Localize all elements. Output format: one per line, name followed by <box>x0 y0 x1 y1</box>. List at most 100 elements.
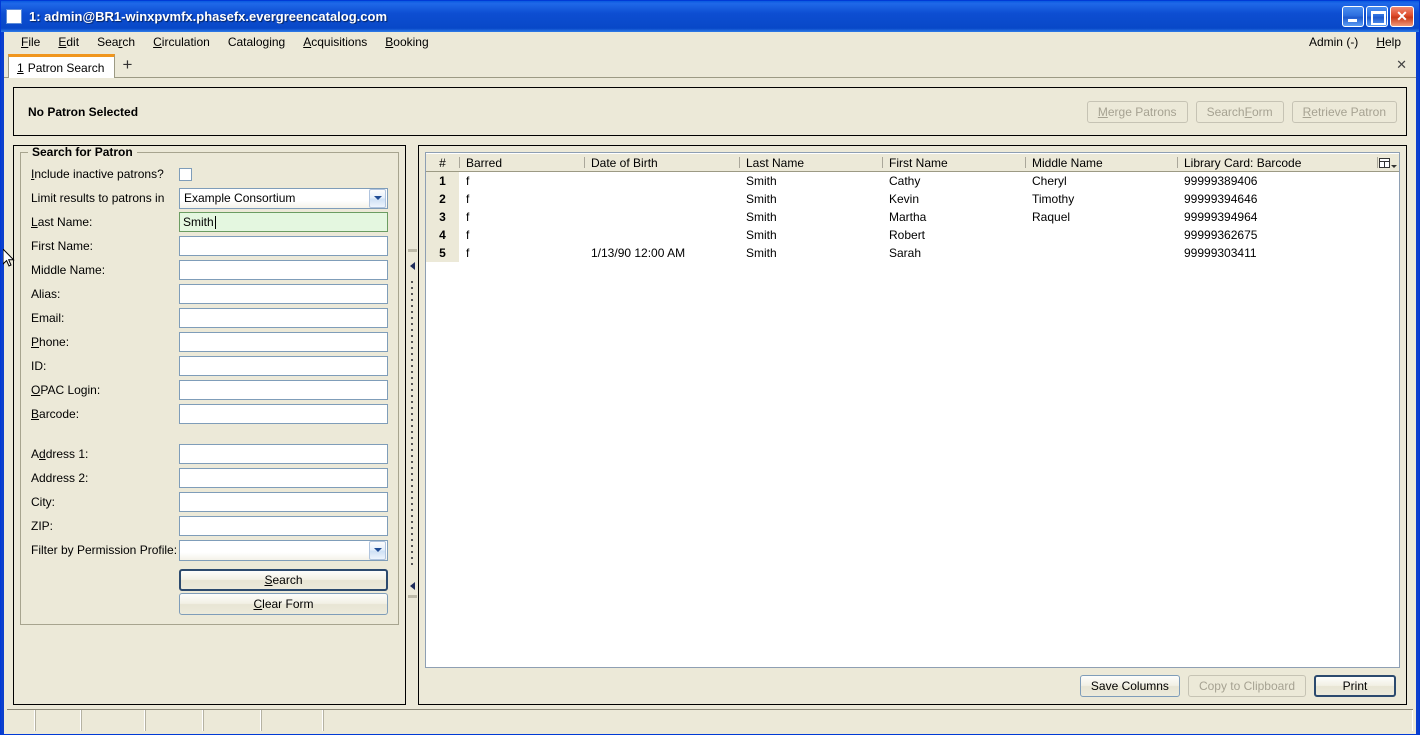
cell-barred: f <box>459 207 584 226</box>
cell-number: 3 <box>426 207 459 226</box>
menu-file[interactable]: File <box>12 33 49 51</box>
maximize-button[interactable] <box>1366 6 1388 27</box>
address2-label: Address 2: <box>31 471 89 485</box>
row-zip: ZIP: <box>31 514 388 538</box>
column-picker-button[interactable] <box>1377 155 1399 171</box>
opac-login-input[interactable] <box>179 380 388 400</box>
cell-barcode: 99999394646 <box>1177 189 1377 208</box>
search-button[interactable]: Search <box>179 569 388 591</box>
status-bar <box>7 709 1413 731</box>
search-form-button[interactable]: Search Form <box>1195 100 1284 123</box>
id-input[interactable] <box>179 356 388 376</box>
middle-name-input[interactable] <box>179 260 388 280</box>
address1-input[interactable] <box>179 444 388 464</box>
new-tab-button[interactable]: + <box>115 53 139 77</box>
close-button[interactable]: ✕ <box>1390 6 1414 27</box>
menu-booking[interactable]: Booking <box>376 33 437 51</box>
cell-dob <box>584 225 739 244</box>
col-header-middle-name[interactable]: Middle Name <box>1025 153 1177 172</box>
cell-spacer <box>1377 243 1399 262</box>
table-row[interactable]: 4 f Smith Robert 99999362675 <box>426 225 1399 244</box>
col-header-dob[interactable]: Date of Birth <box>584 153 739 172</box>
phone-input[interactable] <box>179 332 388 352</box>
table-row[interactable]: 3 f Smith Martha Raquel 99999394964 <box>426 207 1399 226</box>
merge-patrons-button[interactable]: Merge Patrons <box>1086 100 1188 123</box>
alias-input[interactable] <box>179 284 388 304</box>
table-row[interactable]: 1 f Smith Cathy Cheryl 99999389406 <box>426 171 1399 190</box>
cell-middle-name: Cheryl <box>1025 171 1177 190</box>
status-segment <box>261 710 323 731</box>
col-header-barred[interactable]: Barred <box>459 153 584 172</box>
city-input[interactable] <box>179 492 388 512</box>
minimize-button[interactable] <box>1342 6 1364 27</box>
retrieve-patron-button[interactable]: Retrieve Patron <box>1291 100 1397 123</box>
email-input[interactable] <box>179 308 388 328</box>
menu-search[interactable]: Search <box>88 33 144 51</box>
cell-last-name: Smith <box>739 207 882 226</box>
collapse-right-icon[interactable] <box>408 581 417 590</box>
include-inactive-checkbox[interactable] <box>179 167 192 181</box>
permission-profile-select[interactable] <box>179 539 388 561</box>
menu-admin[interactable]: Admin (-) <box>1300 33 1367 51</box>
copy-to-clipboard-button[interactable]: Copy to Clipboard <box>1187 675 1306 697</box>
cell-number: 4 <box>426 225 459 244</box>
status-segment <box>145 710 203 731</box>
tab-patron-search[interactable]: 1 Patron Search <box>8 54 116 78</box>
last-name-input[interactable]: Smith <box>179 212 388 232</box>
col-header-number[interactable]: # <box>426 153 459 172</box>
row-last-name: Last Name: Smith <box>31 210 388 234</box>
city-label: City: <box>31 495 55 509</box>
barcode-input[interactable] <box>179 404 388 424</box>
splitter-bar-top <box>407 249 417 252</box>
splitter-grip <box>411 281 413 569</box>
clear-form-button[interactable]: Clear Form <box>179 593 388 615</box>
menu-acquisitions[interactable]: Acquisitions <box>294 33 376 51</box>
id-label: ID: <box>31 359 47 373</box>
status-segment <box>81 710 145 731</box>
save-columns-button[interactable]: Save Columns <box>1079 675 1180 697</box>
column-picker-header[interactable] <box>1377 153 1399 172</box>
menu-circulation[interactable]: Circulation <box>144 33 219 51</box>
opac-login-label: OPAC Login: <box>31 383 101 397</box>
permission-profile-label: Filter by Permission Profile: <box>31 543 178 557</box>
patron-summary-bar: No Patron Selected Merge Patrons Search … <box>13 87 1407 136</box>
row-opac-login: OPAC Login: <box>31 378 388 402</box>
cell-barred: f <box>459 225 584 244</box>
address1-label: Address 1: <box>31 447 89 461</box>
row-include-inactive: Include inactive patrons? <box>31 162 388 186</box>
zip-input[interactable] <box>179 516 388 536</box>
col-header-last-name[interactable]: Last Name <box>739 153 882 172</box>
search-panel: Search for Patron Include inactive patro… <box>13 145 405 705</box>
table-row[interactable]: 2 f Smith Kevin Timothy 99999394646 <box>426 189 1399 208</box>
menu-edit[interactable]: Edit <box>49 33 88 51</box>
address2-input[interactable] <box>179 468 388 488</box>
last-name-value: Smith <box>183 215 214 229</box>
form-gap <box>31 426 388 442</box>
limit-results-value: Example Consortium <box>184 191 296 205</box>
cell-barred: f <box>459 189 584 208</box>
print-button[interactable]: Print <box>1314 675 1396 697</box>
first-name-input[interactable] <box>179 236 388 256</box>
search-form-fields: Include inactive patrons? Limit results … <box>31 162 388 616</box>
results-footer: Save Columns Copy to Clipboard Print <box>419 668 1406 704</box>
close-tab-icon[interactable]: ✕ <box>1396 57 1407 73</box>
menu-cataloging[interactable]: Cataloging <box>219 33 294 51</box>
close-icon: ✕ <box>1396 7 1408 24</box>
col-header-first-name[interactable]: First Name <box>882 153 1025 172</box>
patron-action-buttons: Merge Patrons Search Form Retrieve Patro… <box>1086 100 1406 123</box>
table-row[interactable]: 5 f 1/13/90 12:00 AM Smith Sarah 9999930… <box>426 243 1399 262</box>
application-window: 1: admin@BR1-winxpvmfx.phasefx.evergreen… <box>0 0 1420 735</box>
col-header-library-card[interactable]: Library Card: Barcode <box>1177 153 1377 172</box>
last-name-label: Last Name: <box>31 215 93 229</box>
cell-spacer <box>1377 207 1399 226</box>
row-address2: Address 2: <box>31 466 388 490</box>
title-bar[interactable]: 1: admin@BR1-winxpvmfx.phasefx.evergreen… <box>1 1 1419 32</box>
limit-results-select[interactable]: Example Consortium <box>179 187 388 209</box>
client-area: File Edit Search Circulation Cataloging … <box>4 32 1416 734</box>
panel-splitter[interactable] <box>405 145 419 705</box>
cell-barred: f <box>459 171 584 190</box>
barcode-label: Barcode: <box>31 407 80 421</box>
menu-help[interactable]: Help <box>1367 33 1410 51</box>
collapse-left-icon[interactable] <box>408 261 417 270</box>
table-header-row: # Barred Date of Birth Last Name First N… <box>426 153 1399 172</box>
